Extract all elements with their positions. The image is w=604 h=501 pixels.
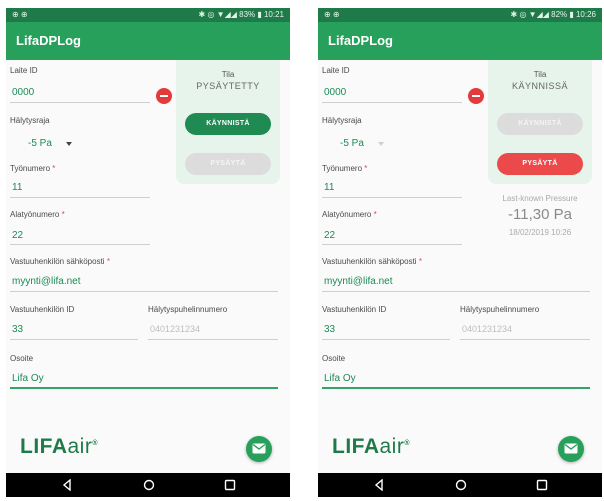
person-id-label: Vastuuhenkilön ID [10,305,75,314]
required-mark: * [418,257,422,266]
person-id-underline [322,339,450,340]
status-bar: ⊕ ⊕ ✱ ◎ ▼◢◢ 83% ▮ 10:21 [6,8,290,22]
start-button[interactable]: KÄYNNISTÄ [185,113,271,135]
mail-icon [252,443,266,454]
sub-work-number-label: Alatyönumero * [10,210,65,219]
status-state: PYSÄYTETTY [196,81,260,91]
device-id-label: Laite ID [322,66,350,75]
alarm-phone-underline [460,339,590,340]
sub-work-number-input[interactable]: 22 [324,230,335,241]
person-id-underline [10,339,138,340]
alarm-phone-input[interactable]: 0401231234 [462,324,512,334]
work-number-label: Työnumero * [10,164,56,173]
required-mark: * [373,210,377,219]
status-heading: Tila [533,70,547,79]
required-mark: * [61,210,65,219]
person-id-input[interactable]: 33 [12,324,23,335]
chevron-down-icon[interactable] [378,142,384,146]
device-id-underline [10,102,150,103]
pressure-timestamp: 18/02/2019 10:26 [508,228,572,237]
alarm-phone-label: Hälytyspuhelinnumero [460,305,540,314]
app-title: LifaDPLog [328,33,393,48]
email-underline [322,291,590,292]
device-id-label: Laite ID [10,66,38,75]
pressure-label: Last-known Pressure [502,194,578,203]
required-mark: * [364,164,368,173]
android-nav-bar [6,473,290,497]
notification-icons: ⊕ ⊕ [12,10,28,19]
status-bar: ⊕ ⊕ ✱ ◎ ▼◢◢ 82% ▮ 10:26 [318,8,602,22]
status-state: KÄYNNISSÄ [511,81,569,91]
device-id-input[interactable]: 0000 [12,87,34,98]
work-number-underline [10,197,150,198]
stop-button-disabled[interactable]: PYSÄYTÄ [185,153,271,175]
system-status: ✱ ◎ ▼◢◢ 82% ▮ 10:26 [510,10,596,19]
email-fab[interactable] [558,436,584,462]
alarm-limit-label: Hälytysraja [322,116,362,125]
back-icon[interactable] [62,479,72,491]
recents-icon[interactable] [536,479,548,491]
android-nav-bar [318,473,602,497]
address-label: Osoite [10,354,34,363]
sub-work-number-underline [10,244,150,245]
alarm-phone-input[interactable]: 0401231234 [150,324,200,334]
alarm-limit-select[interactable]: -5 Pa [28,138,52,149]
person-id-input[interactable]: 33 [324,324,335,335]
sub-work-number-input[interactable]: 22 [12,230,23,241]
sub-work-number-label: Alatyönumero * [322,210,377,219]
lifa-air-logo: LIFAair® [332,435,411,458]
mail-icon [564,443,578,454]
status-panel: Tila KÄYNNISSÄ KÄYNNISTÄ PYSÄYTÄ [488,60,592,184]
app-title: LifaDPLog [16,33,81,48]
email-fab[interactable] [246,436,272,462]
remove-device-button[interactable] [468,88,484,104]
work-number-input[interactable]: 11 [12,182,22,193]
work-number-label: Työnumero * [322,164,368,173]
status-panel: Tila PYSÄYTETTY KÄYNNISTÄ PYSÄYTÄ [176,60,280,184]
back-icon[interactable] [374,479,384,491]
app-bar: LifaDPLog [6,22,290,60]
address-underline-focused [10,387,278,389]
alarm-phone-underline [148,339,278,340]
home-icon[interactable] [143,479,155,491]
email-label: Vastuuhenkilön sähköposti * [322,257,422,266]
email-input[interactable]: myynti@lifa.net [324,276,393,287]
home-icon[interactable] [455,479,467,491]
work-number-underline [322,197,462,198]
stop-button[interactable]: PYSÄYTÄ [497,153,583,175]
address-input[interactable]: Lifa Oy [12,373,44,384]
device-id-underline [322,102,462,103]
work-number-input[interactable]: 11 [324,182,334,193]
phone-screen-running: ⊕ ⊕ ✱ ◎ ▼◢◢ 82% ▮ 10:26 LifaDPLog Laite … [318,8,602,497]
pressure-value: -11,30 Pa [508,206,572,223]
recents-icon[interactable] [224,479,236,491]
status-heading: Tila [221,70,235,79]
lifa-air-logo: LIFAair® [20,435,99,458]
email-input[interactable]: myynti@lifa.net [12,276,81,287]
address-label: Osoite [322,354,346,363]
chevron-down-icon[interactable] [66,142,72,146]
sub-work-number-underline [322,244,462,245]
person-id-label: Vastuuhenkilön ID [322,305,387,314]
alarm-phone-label: Hälytyspuhelinnumero [148,305,228,314]
system-status: ✱ ◎ ▼◢◢ 83% ▮ 10:21 [198,10,284,19]
required-mark: * [52,164,56,173]
address-underline-focused [322,387,590,389]
start-button-disabled[interactable]: KÄYNNISTÄ [497,113,583,135]
remove-device-button[interactable] [156,88,172,104]
required-mark: * [106,257,110,266]
device-id-input[interactable]: 0000 [324,87,346,98]
email-underline [10,291,278,292]
address-input[interactable]: Lifa Oy [324,373,356,384]
notification-icons: ⊕ ⊕ [324,10,340,19]
email-label: Vastuuhenkilön sähköposti * [10,257,110,266]
alarm-limit-label: Hälytysraja [10,116,50,125]
phone-screen-stopped: ⊕ ⊕ ✱ ◎ ▼◢◢ 83% ▮ 10:21 LifaDPLog Laite … [6,8,290,497]
app-bar: LifaDPLog [318,22,602,60]
alarm-limit-select[interactable]: -5 Pa [340,138,364,149]
